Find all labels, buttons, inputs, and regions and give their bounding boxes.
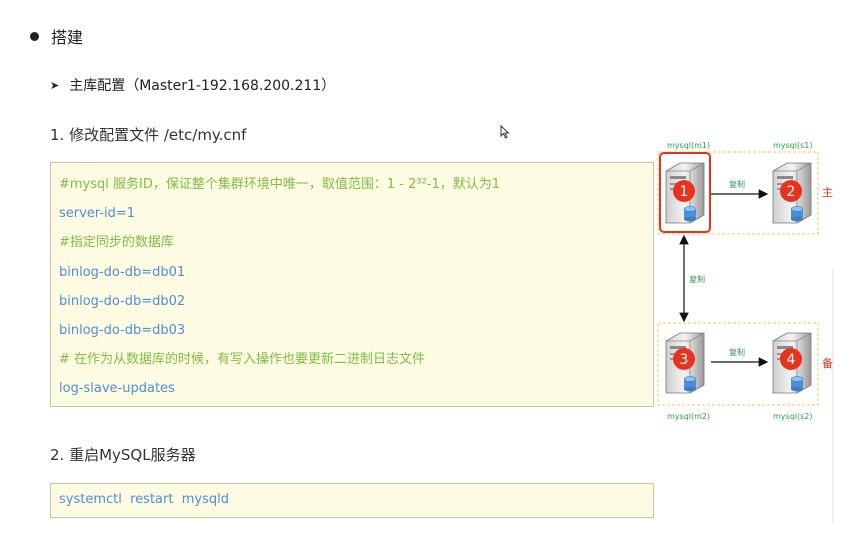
- node-s2-label: mysql(s2): [773, 412, 813, 421]
- restart-code-block: systemctl restart mysqld: [50, 483, 654, 518]
- config-line-8: log-slave-updates: [59, 381, 175, 397]
- config-line-1: #mysql 服务ID，保证整个集群环境中唯一，取值范围：1 - 2³²-1，默…: [59, 177, 501, 192]
- config-line-7: # 在作为从数据库的时候，有写入操作也要更新二进制日志文件: [59, 352, 426, 368]
- node-m2-label: mysql(m2): [667, 412, 710, 421]
- config-line-3: #指定同步的数据库: [59, 235, 174, 251]
- section-heading: 搭建: [30, 24, 83, 48]
- side-label-backup: 备: [822, 356, 833, 370]
- badge-2-number: 2: [787, 184, 796, 200]
- config-line-2: server-id=1: [59, 206, 136, 222]
- arrow-icon: ➤: [50, 78, 60, 92]
- copy-label-top: 复制: [729, 179, 745, 189]
- restart-command: systemctl restart mysqld: [59, 492, 229, 507]
- config-code-block: #mysql 服务ID，保证整个集群环境中唯一，取值范围：1 - 2³²-1，默…: [50, 162, 654, 407]
- config-line-6: binlog-do-db=db03: [59, 322, 186, 338]
- subheading-text: 主库配置（Master1-192.168.200.211）: [69, 78, 336, 94]
- replication-diagram: mysql(m1) mysql(s1) mysql(m2) mysql(s2) …: [657, 141, 833, 421]
- config-line-4: binlog-do-db=db01: [59, 264, 186, 280]
- side-label-primary: 主: [822, 186, 833, 199]
- mouse-cursor-icon: [500, 125, 510, 139]
- config-line-5: binlog-do-db=db02: [59, 293, 186, 309]
- badge-3-number: 3: [680, 352, 689, 368]
- subheading: ➤ 主库配置（Master1-192.168.200.211）: [50, 75, 335, 95]
- badge-1-number: 1: [680, 184, 689, 200]
- copy-label-vertical: 复制: [689, 274, 705, 284]
- bullet-dot: [30, 31, 39, 41]
- node-m1-label: mysql(m1): [667, 141, 710, 150]
- badge-4-number: 4: [787, 352, 796, 368]
- heading-text: 搭建: [51, 28, 84, 47]
- node-s1-label: mysql(s1): [773, 141, 813, 150]
- step-1-title: 1. 修改配置文件 /etc/my.cnf: [50, 126, 247, 144]
- copy-label-bottom: 复制: [729, 347, 745, 357]
- step-2-title: 2. 重启MySQL服务器: [50, 446, 196, 464]
